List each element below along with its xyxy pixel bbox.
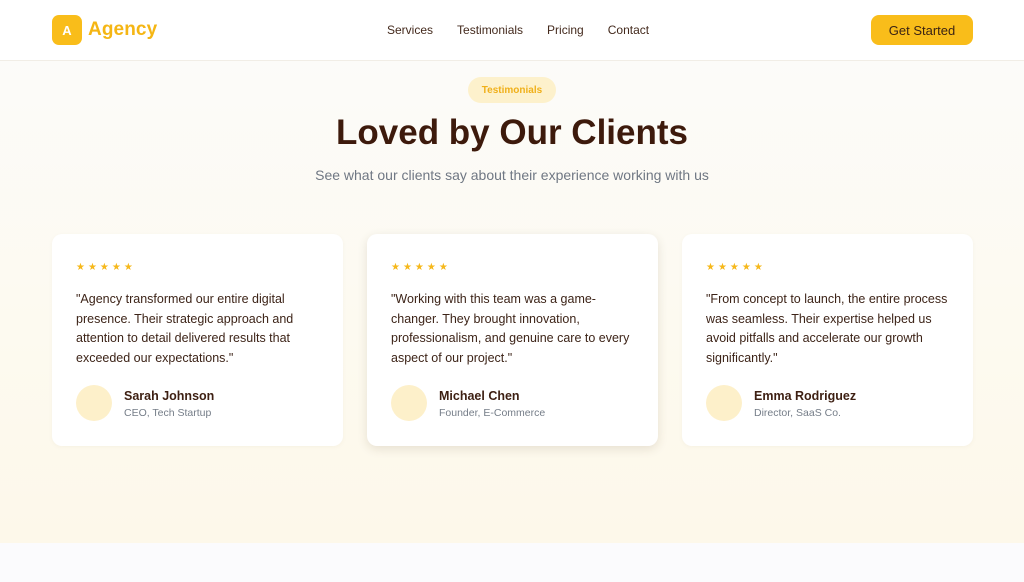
star-rating-icon: ★★★★★: [76, 262, 136, 273]
star-rating-icon: ★★★★★: [706, 262, 766, 273]
client-name: Michael Chen: [439, 389, 520, 403]
testimonial-card: ★★★★★ "From concept to launch, the entir…: [682, 234, 973, 446]
client-name: Sarah Johnson: [124, 389, 215, 403]
client-name: Emma Rodriguez: [754, 389, 857, 403]
top-navbar: A Agency Services Testimonials Pricing C…: [0, 0, 1024, 61]
nav-link-testimonials[interactable]: Testimonials: [457, 23, 523, 37]
testimonials-section: Testimonials Loved by Our Clients See wh…: [0, 61, 1024, 543]
star-rating-icon: ★★★★★: [391, 262, 451, 273]
client-role: CEO, Tech Startup: [124, 407, 212, 419]
nav-link-pricing[interactable]: Pricing: [547, 23, 584, 37]
client-role: Director, SaaS Co.: [754, 407, 841, 419]
testimonial-quote: "From concept to launch, the entire proc…: [706, 292, 948, 366]
section-subtitle: See what our clients say about their exp…: [315, 167, 709, 183]
logo-icon: A: [52, 15, 82, 45]
nav-link-contact[interactable]: Contact: [608, 23, 649, 37]
testimonial-quote: "Working with this team was a game-chang…: [391, 292, 630, 366]
section-title: Loved by Our Clients: [336, 113, 688, 152]
testimonial-card: ★★★★★ "Working with this team was a game…: [367, 234, 658, 446]
brand[interactable]: A Agency: [52, 15, 157, 45]
section-badge: Testimonials: [468, 77, 556, 103]
next-section-band: [0, 543, 1024, 582]
client-role: Founder, E-Commerce: [439, 407, 546, 419]
testimonial-card: ★★★★★ "Agency transformed our entire dig…: [52, 234, 343, 446]
avatar: [706, 385, 742, 421]
avatar: [76, 385, 112, 421]
avatar: [391, 385, 427, 421]
get-started-button[interactable]: Get Started: [871, 15, 973, 45]
nav-links: Services Testimonials Pricing Contact: [387, 23, 673, 37]
nav-link-services[interactable]: Services: [387, 23, 433, 37]
brand-name: Agency: [88, 19, 158, 40]
testimonial-quote: "Agency transformed our entire digital p…: [76, 292, 294, 366]
